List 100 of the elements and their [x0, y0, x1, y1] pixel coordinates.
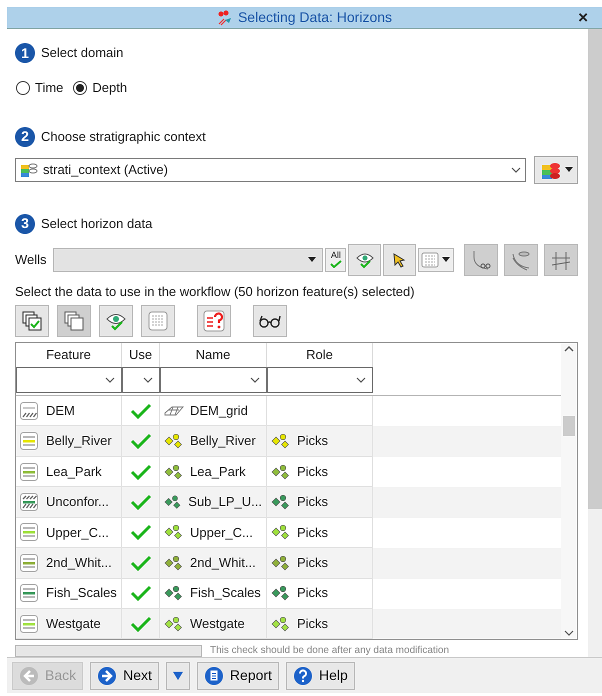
check-data-button[interactable] — [197, 305, 231, 337]
check-icon[interactable] — [130, 402, 152, 419]
dropdown-arrow-icon — [172, 670, 183, 680]
select-all-rows-button[interactable] — [15, 305, 49, 337]
help-icon — [292, 666, 313, 686]
list-icon — [421, 252, 440, 268]
wells-label: Wells — [15, 250, 47, 269]
context-dropdown[interactable]: strati_context (Active) — [15, 158, 526, 182]
chevron-down-icon — [511, 166, 521, 172]
visible-wells-button[interactable] — [348, 244, 382, 276]
picks-icon — [271, 494, 291, 510]
table-cell: Westgate — [16, 608, 122, 640]
chevron-down-icon — [250, 377, 260, 383]
check-icon[interactable] — [130, 616, 152, 632]
horizon-icon — [20, 614, 38, 633]
check-icon[interactable] — [130, 494, 152, 510]
grid-surface-icon — [164, 404, 184, 417]
radio-label: Depth — [92, 79, 128, 97]
horizon-icon — [20, 492, 38, 511]
scroll-thumb[interactable] — [563, 416, 575, 436]
pick-wells-button[interactable] — [383, 244, 416, 276]
list-view-button[interactable] — [141, 305, 175, 337]
picks-icon — [164, 616, 184, 632]
picks-icon — [164, 464, 184, 480]
column-header[interactable]: Name — [160, 343, 267, 367]
inspect-button[interactable] — [253, 305, 287, 337]
picks-icon — [164, 585, 184, 602]
check-icon[interactable] — [130, 524, 152, 540]
note-text: This check should be done after any data modification — [210, 646, 450, 656]
caret-icon — [564, 167, 572, 172]
well-section-button[interactable] — [504, 244, 538, 276]
filter-dropdown[interactable] — [160, 367, 267, 393]
column-header[interactable]: Use — [122, 343, 160, 367]
table-cell: Picks — [267, 608, 373, 640]
check-icon[interactable] — [130, 433, 152, 450]
select-all-button[interactable]: All — [325, 248, 346, 272]
list-menu-button[interactable] — [418, 248, 454, 272]
filter-dropdown[interactable] — [122, 367, 160, 393]
horizon-icon — [20, 523, 38, 542]
picks-icon — [164, 494, 182, 510]
step-number: 3 — [15, 214, 35, 234]
window-scrollbar[interactable] — [588, 29, 602, 657]
filter-dropdown[interactable] — [267, 367, 373, 393]
well-tops-button[interactable] — [464, 244, 498, 276]
picks-icon — [164, 524, 184, 540]
app-logo-icon — [216, 10, 233, 26]
correlation-button[interactable] — [544, 244, 578, 276]
cursor-icon — [391, 252, 408, 268]
scroll-up-icon — [564, 346, 574, 352]
step-number: 2 — [15, 126, 35, 146]
step-number: 1 — [15, 43, 35, 63]
horizon-icon — [20, 402, 38, 420]
check-icon — [330, 260, 342, 268]
horizon-icon — [20, 432, 38, 450]
caret-icon — [308, 257, 316, 262]
picks-icon — [271, 585, 291, 602]
question-list-icon — [203, 310, 225, 332]
select-visible-button[interactable] — [99, 305, 133, 337]
check-icon[interactable] — [130, 464, 152, 480]
glasses-icon — [258, 314, 282, 328]
help-button[interactable]: Help — [286, 662, 355, 690]
picks-icon — [271, 433, 291, 450]
step-label: Choose stratigraphic context — [41, 128, 206, 146]
filter-dropdown[interactable] — [16, 367, 122, 393]
copy-check-icon — [21, 310, 43, 332]
check-icon[interactable] — [130, 585, 152, 602]
selection-summary: Select the data to use in the workflow (50 horizon feature(s) selected) — [15, 282, 416, 301]
radio-button[interactable] — [73, 80, 88, 95]
check-icon[interactable] — [130, 554, 152, 571]
radio-button[interactable] — [16, 80, 30, 95]
scrollbar[interactable] — [561, 343, 577, 640]
chevron-down-icon — [105, 377, 115, 383]
list-icon — [148, 311, 168, 331]
picks-icon — [271, 616, 291, 632]
context-menu-button[interactable] — [534, 156, 578, 184]
close-button[interactable]: × — [578, 9, 588, 26]
horizon-icon — [20, 462, 38, 481]
next-button[interactable]: Next — [90, 662, 159, 690]
column-header[interactable]: Feature — [16, 343, 122, 367]
menu-button[interactable] — [166, 662, 190, 690]
deselect-all-button[interactable] — [57, 305, 91, 337]
scroll-down-icon — [564, 630, 574, 636]
chevron-down-icon — [143, 377, 153, 383]
picks-icon — [271, 554, 291, 571]
caret-icon — [442, 257, 450, 262]
window-title: Selecting Data: Horizons — [238, 8, 392, 27]
radio-label: Time — [35, 79, 64, 97]
picks-icon — [271, 464, 291, 480]
copy-icon — [63, 310, 85, 332]
horizon-icon — [20, 554, 38, 572]
report-icon — [204, 666, 224, 686]
context-stack-icon — [20, 160, 38, 178]
picks-icon — [164, 433, 184, 450]
eye-check-icon — [356, 250, 374, 268]
picks-icon — [164, 554, 184, 571]
picks-icon — [271, 524, 291, 540]
horizon-icon — [20, 584, 38, 602]
step-label: Select domain — [41, 44, 124, 62]
column-header[interactable]: Role — [267, 343, 373, 367]
report-button[interactable]: Report — [196, 662, 279, 690]
